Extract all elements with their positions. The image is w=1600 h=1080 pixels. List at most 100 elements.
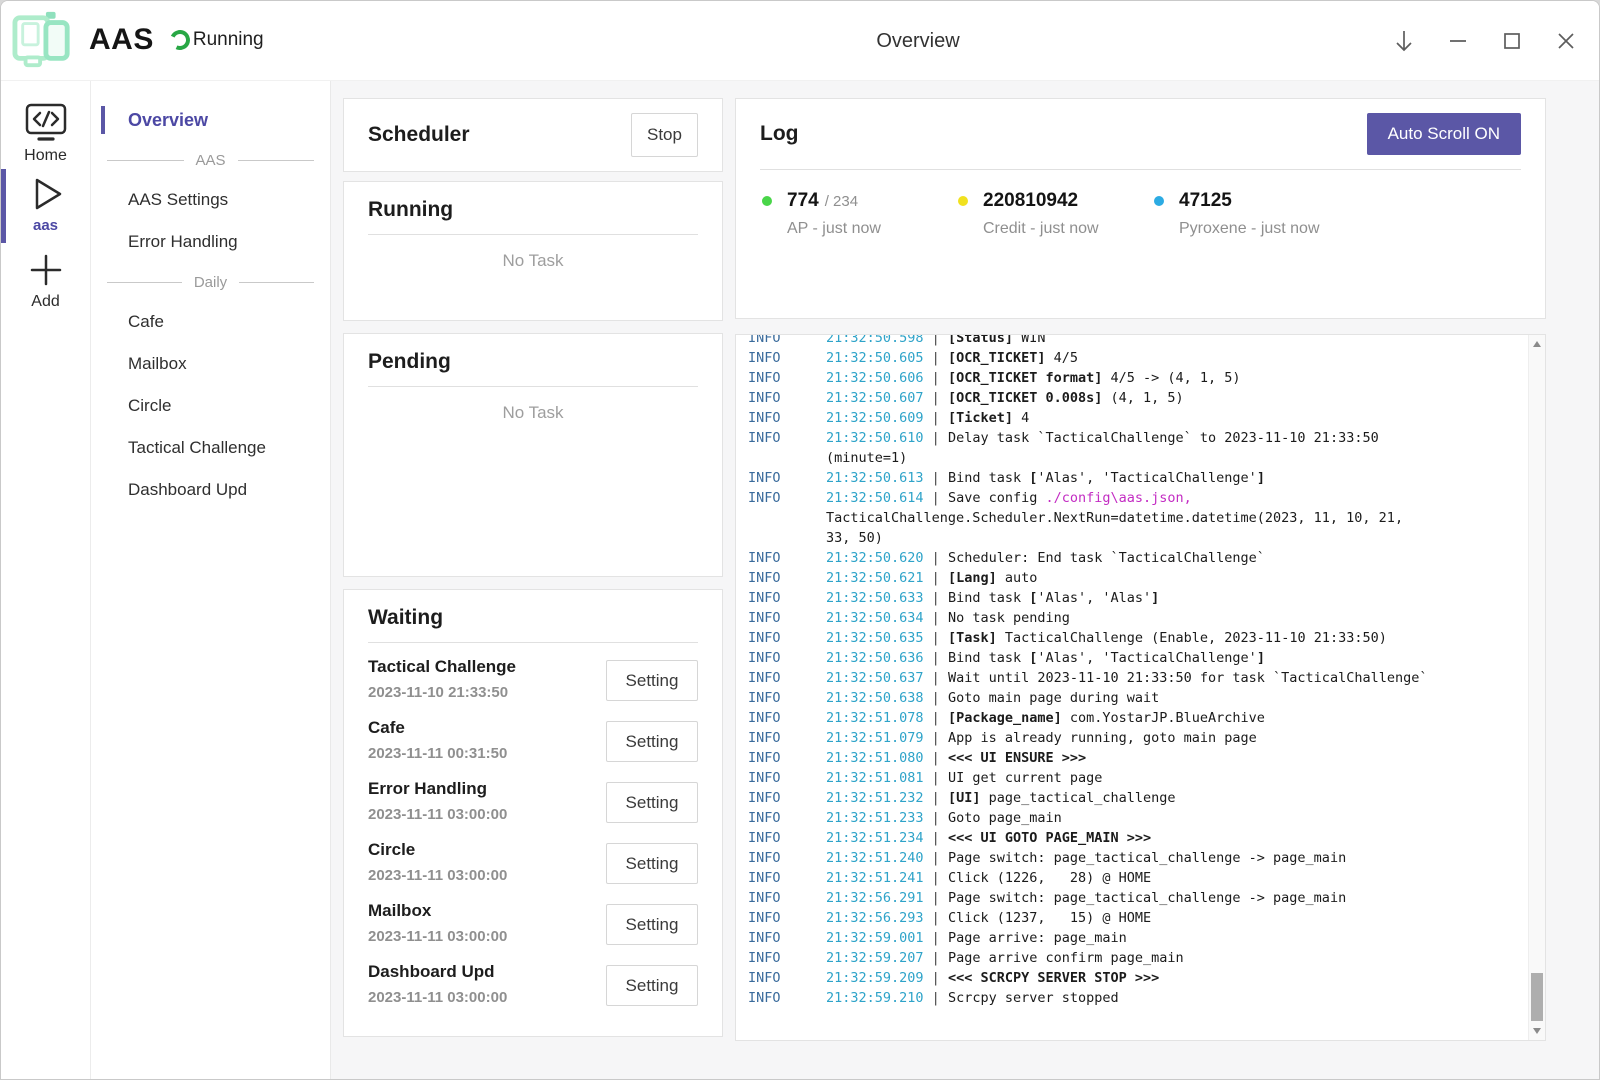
log-line: INFO21:32:59.207 | Page arrive confirm p… xyxy=(748,948,1522,968)
scheduler-card: Scheduler Stop xyxy=(343,98,723,172)
waiting-task-setting-button[interactable]: Setting xyxy=(606,782,698,823)
close-icon xyxy=(1556,31,1576,51)
log-line: INFO21:32:50.638 | Goto main page during… xyxy=(748,688,1522,708)
waiting-task-setting-button[interactable]: Setting xyxy=(606,660,698,701)
minimize-icon xyxy=(1448,31,1468,51)
sidebar-item-label: AAS Settings xyxy=(128,190,228,210)
sidebar-section-daily: Daily xyxy=(91,263,330,301)
log-scrollbar[interactable] xyxy=(1528,335,1545,1040)
divider-line xyxy=(238,160,315,161)
rail-item-label: Add xyxy=(31,293,59,311)
pending-title: Pending xyxy=(368,350,451,373)
app-logo-icon xyxy=(11,10,75,70)
log-line: INFO21:32:51.081 | UI get current page xyxy=(748,768,1522,788)
sidebar-section-aas: AAS xyxy=(91,141,330,179)
section-title: Daily xyxy=(194,274,227,291)
pending-empty-text: No Task xyxy=(344,387,722,423)
log-line: INFO21:32:56.291 | Page switch: page_tac… xyxy=(748,888,1522,908)
log-line: INFO21:32:51.078 | [Package_name] com.Yo… xyxy=(748,708,1522,728)
sidebar-item-label: Overview xyxy=(128,110,208,131)
waiting-task-setting-button[interactable]: Setting xyxy=(606,843,698,884)
log-line: INFO21:32:50.606 | [OCR_TICKET format] 4… xyxy=(748,368,1522,388)
rail-item-aas[interactable]: aas xyxy=(1,173,90,234)
rail-item-label: aas xyxy=(33,217,58,234)
download-button[interactable] xyxy=(1377,10,1431,72)
divider-line xyxy=(239,282,314,283)
pending-card: Pending No Task xyxy=(343,333,723,577)
app-status: Running xyxy=(193,29,264,51)
ap-label: AP - just now xyxy=(787,220,958,238)
log-line: INFO21:32:50.614 | Save config ./config\… xyxy=(748,488,1522,548)
main-content: Scheduler Stop Running No Task Pending N… xyxy=(331,81,1599,1079)
log-line: INFO21:32:59.210 | Scrcpy server stopped xyxy=(748,988,1522,1008)
log-line: INFO21:32:50.607 | [OCR_TICKET 0.008s] (… xyxy=(748,388,1522,408)
log-line: INFO21:32:51.234 | <<< UI GOTO PAGE_MAIN… xyxy=(748,828,1522,848)
waiting-task-row: Cafe2023-11-11 00:31:50Setting xyxy=(368,718,698,765)
log-line: INFO21:32:51.240 | Page switch: page_tac… xyxy=(748,848,1522,868)
sidebar-item-mailbox[interactable]: Mailbox xyxy=(91,343,330,385)
sidebar-item-overview[interactable]: Overview xyxy=(91,99,330,141)
log-line: INFO21:32:50.634 | No task pending xyxy=(748,608,1522,628)
scrollbar-down-arrow-icon[interactable] xyxy=(1533,1028,1541,1034)
waiting-title: Waiting xyxy=(368,606,443,629)
log-line: INFO21:32:50.636 | Bind task ['Alas', 'T… xyxy=(748,648,1522,668)
minimize-button[interactable] xyxy=(1431,10,1485,72)
scrollbar-up-arrow-icon[interactable] xyxy=(1533,341,1541,347)
log-title: Log xyxy=(760,122,798,146)
waiting-task-list: Tactical Challenge2023-11-10 21:33:50Set… xyxy=(344,643,722,1009)
log-line: INFO21:32:59.209 | <<< SCRCPY SERVER STO… xyxy=(748,968,1522,988)
waiting-task-row: Dashboard Upd2023-11-11 03:00:00Setting xyxy=(368,962,698,1009)
active-item-indicator xyxy=(101,106,105,134)
sidebar-item-label: Circle xyxy=(128,396,171,416)
sidebar-item-label: Error Handling xyxy=(128,232,238,252)
maximize-button[interactable] xyxy=(1485,10,1539,72)
waiting-card: Waiting Tactical Challenge2023-11-10 21:… xyxy=(343,589,723,1037)
log-line: INFO21:32:50.620 | Scheduler: End task `… xyxy=(748,548,1522,568)
waiting-task-row: Circle2023-11-11 03:00:00Setting xyxy=(368,840,698,887)
credit-label: Credit - just now xyxy=(983,220,1154,238)
ap-value: 774 xyxy=(787,190,819,212)
sidebar-item-circle[interactable]: Circle xyxy=(91,385,330,427)
waiting-task-setting-button[interactable]: Setting xyxy=(606,721,698,762)
divider-line xyxy=(107,160,184,161)
auto-scroll-button[interactable]: Auto Scroll ON xyxy=(1367,113,1521,155)
running-title: Running xyxy=(368,198,453,221)
log-line: INFO21:32:51.241 | Click (1226, 28) @ HO… xyxy=(748,868,1522,888)
sidebar-item-dashboard-upd[interactable]: Dashboard Upd xyxy=(91,469,330,511)
sidebar-item-label: Mailbox xyxy=(128,354,187,374)
icon-rail: Home aas Add xyxy=(1,81,91,1079)
sidebar-item-cafe[interactable]: Cafe xyxy=(91,301,330,343)
log-line: INFO21:32:51.079 | App is already runnin… xyxy=(748,728,1522,748)
waiting-task-row: Error Handling2023-11-11 03:00:00Setting xyxy=(368,779,698,826)
credit-dot-icon xyxy=(958,196,968,206)
sidebar-item-error-handling[interactable]: Error Handling xyxy=(91,221,330,263)
sidebar-item-aas-settings[interactable]: AAS Settings xyxy=(91,179,330,221)
log-scroll-area[interactable]: INFO21:32:50.598 | [Status] WIN INFO21:32… xyxy=(736,335,1528,1040)
waiting-task-setting-button[interactable]: Setting xyxy=(606,904,698,945)
section-title: AAS xyxy=(196,152,226,169)
stop-button[interactable]: Stop xyxy=(631,113,698,157)
running-card: Running No Task xyxy=(343,181,723,321)
scrollbar-thumb[interactable] xyxy=(1531,973,1543,1021)
log-line: INFO21:32:51.232 | [UI] page_tactical_ch… xyxy=(748,788,1522,808)
log-line: INFO21:32:50.637 | Wait until 2023-11-10… xyxy=(748,668,1522,688)
log-line: INFO21:32:50.633 | Bind task ['Alas', 'A… xyxy=(748,588,1522,608)
stat-ap: 774 / 234 AP - just now xyxy=(762,190,958,238)
download-arrow-icon xyxy=(1393,29,1415,53)
rail-item-home[interactable]: Home xyxy=(1,101,90,165)
log-line: INFO21:32:50.613 | Bind task ['Alas', 'T… xyxy=(748,468,1522,488)
plus-icon xyxy=(25,249,67,291)
sidebar-item-tactical-challenge[interactable]: Tactical Challenge xyxy=(91,427,330,469)
log-line: INFO21:32:51.080 | <<< UI ENSURE >>> xyxy=(748,748,1522,768)
log-body-card: INFO21:32:50.598 | [Status] WIN INFO21:32… xyxy=(735,334,1546,1041)
rail-item-label: Home xyxy=(24,147,67,165)
waiting-task-setting-button[interactable]: Setting xyxy=(606,965,698,1006)
waiting-task-row: Mailbox2023-11-11 03:00:00Setting xyxy=(368,901,698,948)
rail-item-add[interactable]: Add xyxy=(1,249,90,311)
log-line: INFO21:32:50.598 | [Status] WIN xyxy=(748,335,1522,348)
nav-sidebar: Overview AAS AAS Settings Error Handling… xyxy=(91,81,331,1079)
close-button[interactable] xyxy=(1539,10,1593,72)
app-window: AAS Running Overview xyxy=(0,0,1600,1080)
waiting-task-row: Tactical Challenge2023-11-10 21:33:50Set… xyxy=(368,657,698,704)
ap-dot-icon xyxy=(762,196,772,206)
